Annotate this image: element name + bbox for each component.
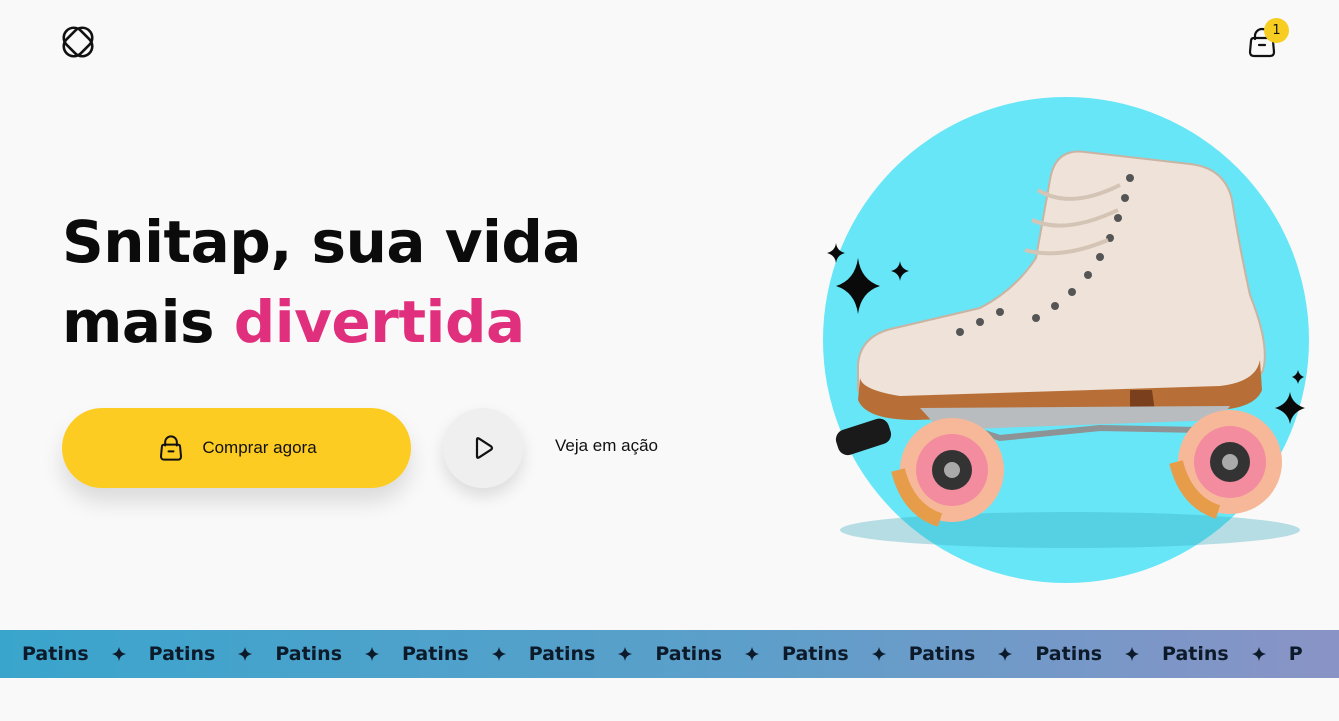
sparkle-icon [238, 647, 253, 661]
ticker-item: P [1288, 643, 1303, 665]
sparkle-icon [491, 647, 506, 661]
play-video-button[interactable] [443, 408, 523, 488]
ticker-item: Patins [528, 643, 596, 665]
ticker-track: Patins Patins Patins Patins Patins Patins Pati… [22, 630, 1303, 678]
hero-image [800, 90, 1320, 600]
watch-in-action-link[interactable]: Veja em ação [555, 436, 658, 456]
ticker-item: Patins [148, 643, 216, 665]
ticker-item: Patins [908, 643, 976, 665]
hero-title-line1: Snitap, sua vida [62, 208, 582, 276]
hero-title: Snitap, sua vida mais divertida [62, 202, 702, 362]
sparkle-icon [871, 647, 886, 661]
ticker-item: Patins [1162, 643, 1229, 665]
hero-title-accent: divertida [233, 288, 525, 356]
ticker-item: Patins [655, 643, 723, 665]
ticker-item: Patins [782, 643, 849, 665]
site-header: 1 [0, 0, 1339, 90]
logo-icon[interactable] [60, 24, 96, 60]
sparkle-icon [745, 647, 760, 661]
ticker-item: Patins [1035, 643, 1103, 665]
shopping-bag-icon [160, 435, 183, 461]
sparkle-icon [1251, 647, 1266, 661]
buy-now-button[interactable]: Comprar agora [62, 408, 411, 488]
sparkle-icon [1125, 647, 1140, 661]
ticker-banner: Patins Patins Patins Patins Patins Patins Pati… [0, 630, 1339, 678]
ticker-item: Patins [402, 643, 469, 665]
ticker-item: Patins [275, 643, 343, 665]
buy-now-label: Comprar agora [202, 438, 317, 457]
sparkle-icon [365, 647, 380, 661]
hero-title-line2: mais [62, 288, 214, 356]
sparkle-icon [111, 647, 126, 661]
play-icon [475, 437, 494, 459]
ticker-item: Patins [22, 643, 89, 665]
cart-count-badge: 1 [1264, 18, 1289, 43]
sparkle-icon [998, 647, 1013, 661]
sparkle-icon [618, 647, 633, 661]
